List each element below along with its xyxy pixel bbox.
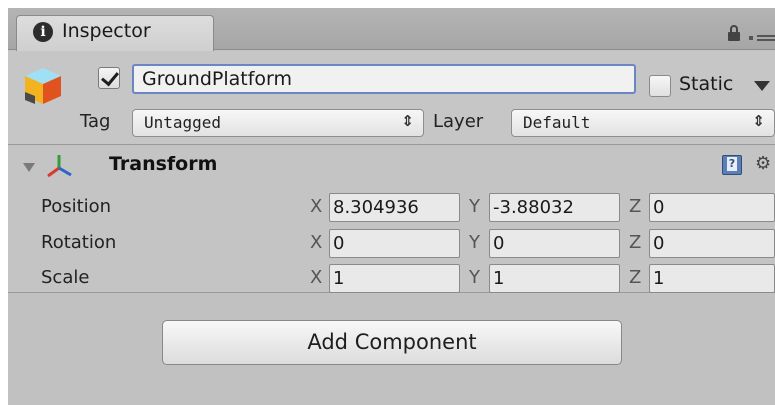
info-icon: i — [33, 22, 53, 42]
axis-x-label: X — [310, 196, 323, 217]
axis-x-label: X — [310, 232, 323, 253]
tag-dropdown[interactable]: Untagged ⇕ — [132, 109, 424, 137]
gear-icon[interactable]: ⚙ — [755, 155, 771, 173]
scale-z-field[interactable]: 1 — [649, 264, 775, 293]
gameobject-header: GroundPlatform Static Tag Untagged ⇕ Lay… — [8, 51, 775, 145]
static-label: Static — [679, 73, 734, 95]
layer-dropdown[interactable]: Default ⇕ — [511, 109, 775, 137]
axis-y-label: Y — [469, 267, 480, 288]
component-title: Transform — [109, 153, 218, 175]
tab-title: Inspector — [62, 20, 151, 42]
gameobject-cube-icon — [25, 68, 61, 104]
rotation-y-field[interactable]: 0 — [489, 229, 620, 258]
axis-z-label: Z — [629, 232, 642, 253]
lock-icon[interactable] — [728, 25, 740, 41]
tag-label: Tag — [80, 111, 111, 132]
axis-y-label: Y — [469, 232, 480, 253]
position-x-field[interactable]: 8.304936 — [329, 193, 460, 222]
transform-axes-icon — [47, 155, 72, 178]
tab-strip: i Inspector — [8, 8, 775, 51]
transform-component: Transform ⚙ Position X 8.304936 Y -3.880… — [8, 146, 775, 293]
active-checkbox[interactable] — [98, 67, 120, 89]
position-y-field[interactable]: -3.88032 — [489, 193, 620, 222]
tag-value: Untagged — [144, 113, 222, 132]
scale-label: Scale — [41, 267, 90, 288]
fold-arrow-icon[interactable] — [23, 163, 35, 172]
static-dropdown-caret[interactable] — [754, 81, 770, 91]
dropdown-arrows-icon: ⇕ — [401, 112, 414, 130]
axis-z-label: Z — [629, 196, 642, 217]
position-label: Position — [41, 196, 112, 217]
scale-y-field[interactable]: 1 — [489, 264, 620, 293]
scale-x-field[interactable]: 1 — [329, 264, 460, 293]
layer-label: Layer — [433, 111, 484, 132]
rotation-z-field[interactable]: 0 — [649, 229, 775, 258]
rotation-label: Rotation — [41, 232, 117, 253]
tab-inspector[interactable]: i Inspector — [16, 15, 214, 51]
inspector-footer: Add Component — [8, 294, 775, 405]
add-component-button[interactable]: Add Component — [162, 320, 622, 365]
axis-z-label: Z — [629, 267, 642, 288]
layer-value: Default — [523, 113, 591, 132]
rotation-x-field[interactable]: 0 — [329, 229, 460, 258]
position-z-field[interactable]: 0 — [649, 193, 775, 222]
axis-y-label: Y — [469, 196, 480, 217]
dropdown-arrows-icon: ⇕ — [752, 112, 765, 130]
static-checkbox[interactable] — [649, 75, 671, 97]
inspector-window: i Inspector GroundPlatform Static Tag Un… — [8, 8, 775, 405]
help-book-icon[interactable] — [722, 155, 742, 175]
tab-menu-icon[interactable] — [749, 32, 775, 44]
axis-x-label: X — [310, 267, 323, 288]
object-name-input[interactable]: GroundPlatform — [132, 64, 636, 94]
